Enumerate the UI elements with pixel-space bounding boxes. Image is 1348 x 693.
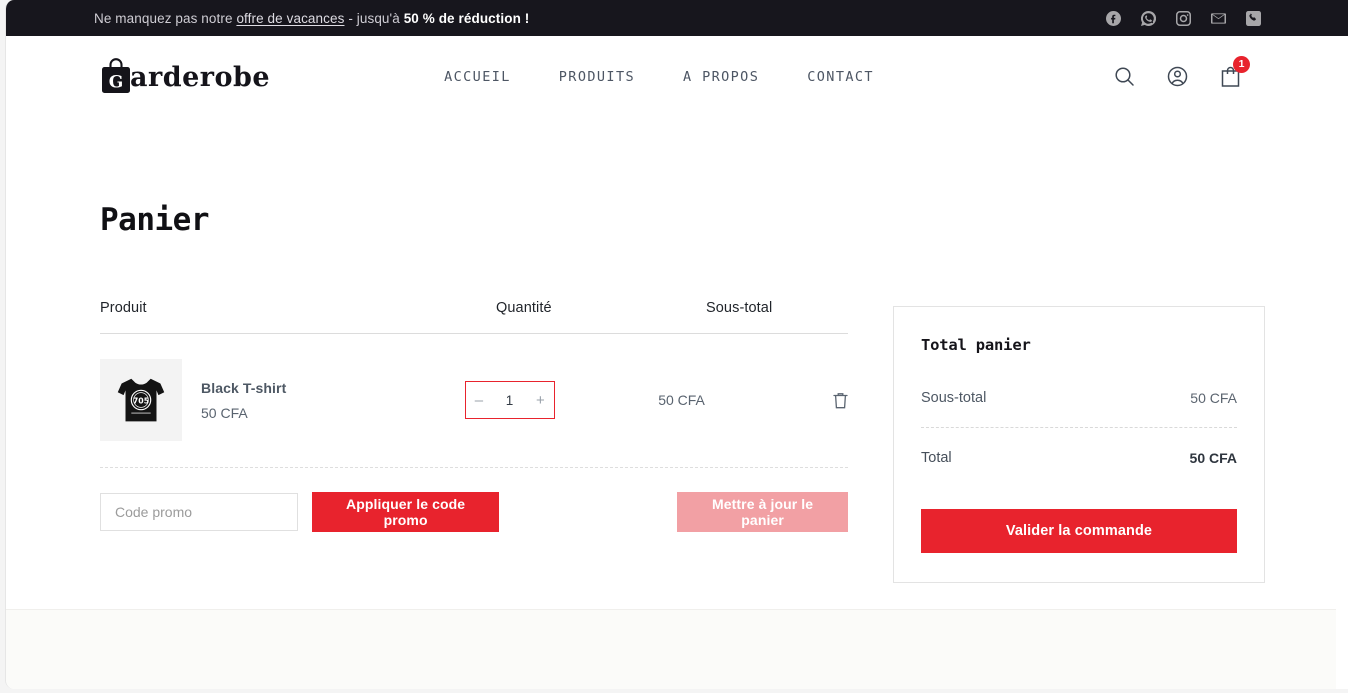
email-icon[interactable] [1211,11,1226,26]
quantity-cell: – 1 + [464,381,658,419]
promo-code-input[interactable] [100,493,298,531]
nav-item-a-propos[interactable]: A PROPOS [683,69,759,85]
browser-window: Ne manquez pas notre offre de vacances -… [0,0,1348,693]
announcement-prefix: Ne manquez pas notre [94,10,237,26]
site-header: G arderobe ACCUEIL PRODUITS A PROPOS CON… [6,36,1336,117]
apply-promo-button[interactable]: Appliquer le code promo [312,492,500,532]
product-price: 50 CFA [201,404,248,421]
header-actions: 1 [1113,56,1250,88]
remove-item-trash-icon[interactable] [833,392,848,409]
cart-actions: Appliquer le code promo Mettre à jour le… [100,492,848,532]
quantity-stepper[interactable]: – 1 + [464,381,555,419]
checkout-button[interactable]: Valider la commande [921,509,1237,553]
svg-text:705: 705 [133,396,149,405]
totals-total-value: 50 CFA [1189,450,1237,466]
product-name[interactable]: Black T-shirt [201,380,286,396]
quantity-value: 1 [505,392,514,408]
announcement-middle: - jusqu'à [344,10,404,26]
totals-row-total: Total 50 CFA [921,428,1237,487]
totals-subtotal-value: 50 CFA [1190,390,1237,406]
brand-letter-g: G [109,73,124,93]
column-header-quantity: Quantité [496,300,552,316]
brand-wordmark: arderobe [130,62,271,93]
footer-strip [6,609,1336,689]
shopping-bag-logo-icon: G [100,58,132,95]
quantity-decrease-button[interactable]: – [475,393,483,408]
announcement-discount: 50 % de réduction ! [403,10,530,26]
search-icon[interactable] [1113,65,1136,88]
cart-table-header: Produit Quantité Sous-total [100,300,848,334]
cart-layout: Produit Quantité Sous-total 705 Black T-… [100,300,1265,583]
update-cart-button[interactable]: Mettre à jour le panier [677,492,848,532]
announcement-link[interactable]: offre de vacances [236,11,344,26]
cart-count-badge: 1 [1233,56,1250,73]
main-content: Panier Produit Quantité Sous-total 705 B… [6,117,1336,583]
black-tshirt-image: 705 [117,378,165,422]
announcement-text: Ne manquez pas notre offre de vacances -… [94,11,529,26]
item-subtotal: 50 CFA [658,392,705,408]
announcement-bar: Ne manquez pas notre offre de vacances -… [6,0,1348,36]
product-thumbnail[interactable]: 705 [100,359,182,441]
column-header-subtotal: Sous-total [706,300,773,316]
page-title: Panier [100,202,209,238]
nav-item-produits[interactable]: PRODUITS [559,69,635,85]
column-header-product: Produit [100,300,147,316]
main-navigation: ACCUEIL PRODUITS A PROPOS CONTACT [444,69,874,85]
account-icon[interactable] [1166,65,1189,88]
whatsapp-icon[interactable] [1141,10,1156,26]
brand-logo[interactable]: G arderobe [100,58,270,95]
product-meta: Black T-shirt 50 CFA [201,380,286,421]
totals-row-subtotal: Sous-total 50 CFA [921,354,1237,427]
product-cell: 705 Black T-shirt 50 CFA [100,359,465,441]
cart-item-row: 705 Black T-shirt 50 CFA – 1 + 50 CFA [100,334,848,468]
instagram-icon[interactable] [1176,10,1191,26]
cart-icon[interactable]: 1 [1219,56,1250,88]
cart-totals-panel: Total panier Sous-total 50 CFA Total 50 … [893,306,1265,583]
totals-subtotal-label: Sous-total [921,390,987,406]
nav-item-accueil[interactable]: ACCUEIL [444,69,511,85]
page-canvas: Ne manquez pas notre offre de vacances -… [5,0,1348,689]
cart-table: Produit Quantité Sous-total 705 Black T-… [100,300,848,532]
nav-item-contact[interactable]: CONTACT [807,69,874,85]
quantity-increase-button[interactable]: + [536,393,545,408]
facebook-icon[interactable] [1106,10,1121,26]
social-links [1106,10,1261,26]
phone-icon[interactable] [1246,10,1261,26]
cart-totals-title: Total panier [921,336,1031,354]
totals-total-label: Total [921,450,952,466]
